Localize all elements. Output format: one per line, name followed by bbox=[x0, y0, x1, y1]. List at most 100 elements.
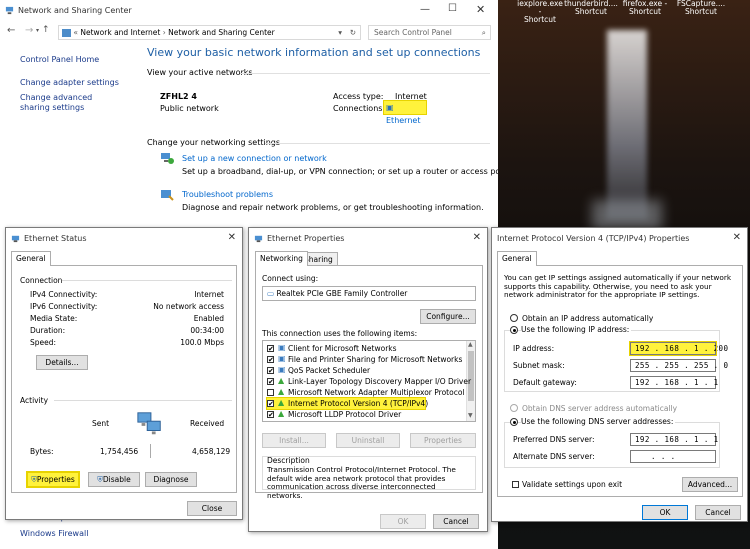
item-checkbox[interactable]: ✔ bbox=[267, 356, 274, 364]
scroll-thumb[interactable] bbox=[468, 351, 474, 401]
list-item[interactable]: ▲ Microsoft Network Adapter Multiplexor … bbox=[267, 387, 465, 398]
networking-panel: Connect using: ▭ Realtek PCIe GBE Family… bbox=[255, 265, 483, 499]
ipv4-title: Internet Protocol Version 4 (TCP/IPv4) P… bbox=[497, 234, 690, 243]
troubleshoot-link[interactable]: Troubleshoot problems bbox=[182, 190, 273, 199]
manual-dns-radio[interactable] bbox=[510, 418, 518, 426]
alternate-dns-field[interactable]: . . . bbox=[630, 450, 716, 463]
manual-ip-label: Use the following IP address: bbox=[521, 325, 632, 334]
item-checkbox[interactable]: ✔ bbox=[267, 345, 274, 353]
sidebar-item-advanced-sharing[interactable]: Change advanced sharing settings bbox=[20, 93, 120, 113]
setup-connection-link[interactable]: Set up a new connection or network bbox=[182, 154, 327, 163]
properties-button[interactable]: ⛨Properties bbox=[26, 471, 80, 488]
ip-address-label: IP address: bbox=[513, 344, 555, 353]
troubleshoot-icon bbox=[161, 190, 174, 201]
close-icon[interactable]: ✕ bbox=[733, 232, 741, 243]
uninstall-button[interactable]: Uninstall bbox=[336, 433, 400, 448]
ok-button[interactable]: OK bbox=[380, 514, 426, 529]
item-icon: ▣ bbox=[278, 343, 286, 352]
auto-ip-radio[interactable] bbox=[510, 314, 518, 322]
desktop-icon-firefox[interactable]: firefox.exe - Shortcut bbox=[619, 0, 671, 16]
ethernet-icon bbox=[11, 235, 20, 243]
item-properties-button[interactable]: Properties bbox=[410, 433, 476, 448]
disable-button[interactable]: ⛨Disable bbox=[88, 472, 140, 487]
adapter-icon: ▭ bbox=[267, 289, 275, 298]
maximize-icon[interactable]: ☐ bbox=[448, 3, 457, 14]
forward-arrow-icon[interactable]: → bbox=[25, 25, 33, 36]
manual-ip-radio[interactable] bbox=[510, 326, 518, 334]
back-arrow-icon[interactable]: ← bbox=[7, 25, 15, 36]
list-item[interactable]: ✔ ▣ QoS Packet Scheduler bbox=[267, 365, 463, 376]
item-label: Client for Microsoft Networks bbox=[288, 344, 397, 353]
sidebar-item-home[interactable]: Control Panel Home bbox=[20, 55, 99, 64]
ethernet-connection-link[interactable]: ▣ Ethernet bbox=[383, 100, 427, 125]
desktop-icon-thunderbird[interactable]: thunderbird.... Shortcut bbox=[563, 0, 619, 16]
sidebar-item-adapter[interactable]: Change adapter settings bbox=[20, 78, 119, 87]
search-icon: ⌕ bbox=[481, 28, 486, 37]
address-dropdown-icon[interactable]: ▾ bbox=[338, 26, 342, 39]
recent-chevron-icon[interactable]: ▾ bbox=[36, 27, 39, 34]
bytes-sent-value: 1,754,456 bbox=[100, 447, 139, 456]
ok-button[interactable]: OK bbox=[642, 505, 688, 520]
list-item[interactable]: ✔ ▣ File and Printer Sharing for Microso… bbox=[267, 354, 463, 365]
item-icon: ▲ bbox=[278, 398, 285, 407]
configure-button[interactable]: Configure... bbox=[420, 309, 476, 324]
nsc-title: Network and Sharing Center bbox=[18, 6, 132, 15]
item-label: Microsoft Network Adapter Multiplexor Pr… bbox=[288, 388, 465, 397]
preferred-dns-field[interactable]: 192 . 168 . 1 . 1 bbox=[630, 433, 718, 446]
subnet-mask-label: Subnet mask: bbox=[513, 361, 565, 370]
details-button[interactable]: Details... bbox=[36, 355, 88, 370]
desktop-icon-fscapture[interactable]: FSCapture.... Shortcut bbox=[673, 0, 729, 16]
advanced-button[interactable]: Advanced... bbox=[682, 477, 738, 492]
default-gateway-field[interactable]: 192 . 168 . 1 . 1 bbox=[630, 376, 718, 389]
close-icon[interactable]: ✕ bbox=[228, 232, 236, 243]
troubleshoot-desc: Diagnose and repair network problems, or… bbox=[182, 203, 484, 212]
connect-using-label: Connect using: bbox=[262, 274, 319, 283]
subnet-mask-field[interactable]: 255 . 255 . 255 . 0 bbox=[630, 359, 728, 372]
scroll-down-icon[interactable]: ▼ bbox=[468, 412, 473, 419]
validate-checkbox[interactable] bbox=[512, 481, 519, 488]
item-checkbox[interactable] bbox=[267, 389, 274, 396]
ethernet-icon: ▣ bbox=[386, 103, 394, 112]
minimize-icon[interactable]: — bbox=[420, 4, 430, 15]
address-bar[interactable]: « Network and Internet › Network and Sha… bbox=[58, 25, 361, 40]
list-item-selected[interactable]: ✔ ▲ Internet Protocol Version 4 (TCP/IPv… bbox=[266, 397, 428, 410]
ip-group: Use the following IP address: IP address… bbox=[504, 325, 728, 392]
tab-general[interactable]: General bbox=[11, 251, 51, 266]
media-state-value: Enabled bbox=[193, 314, 224, 323]
item-checkbox[interactable]: ✔ bbox=[267, 378, 274, 386]
item-checkbox[interactable]: ✔ bbox=[267, 400, 274, 408]
cancel-button[interactable]: Cancel bbox=[433, 514, 479, 529]
close-button[interactable]: Close bbox=[187, 501, 237, 516]
list-item[interactable]: ✔ ▲ Link-Layer Topology Discovery Mapper… bbox=[267, 376, 471, 387]
close-icon[interactable]: ✕ bbox=[476, 3, 485, 16]
ipv4-connectivity-label: IPv4 Connectivity: bbox=[30, 290, 98, 299]
up-arrow-icon[interactable]: ↑ bbox=[42, 25, 50, 35]
description-text: Transmission Control Protocol/Internet P… bbox=[267, 465, 456, 500]
list-item[interactable]: ✔ ▣ Client for Microsoft Networks bbox=[267, 343, 463, 354]
diagnose-button[interactable]: Diagnose bbox=[145, 472, 197, 487]
status-panel: Connection IPv4 Connectivity: Internet I… bbox=[11, 265, 237, 493]
list-item[interactable]: ✔ ▲ Microsoft LLDP Protocol Driver bbox=[267, 409, 463, 420]
ipv6-connectivity-value: No network access bbox=[153, 302, 224, 311]
adapter-name: Realtek PCIe GBE Family Controller bbox=[276, 289, 408, 298]
tab-networking[interactable]: Networking bbox=[255, 251, 308, 266]
address-part1[interactable]: Network and Internet bbox=[80, 28, 160, 37]
ip-address-field[interactable]: 192 . 168 . 1 . 200 bbox=[629, 341, 728, 356]
item-checkbox[interactable]: ✔ bbox=[267, 367, 274, 375]
scroll-up-icon[interactable]: ▲ bbox=[468, 341, 473, 348]
search-input[interactable]: Search Control Panel ⌕ bbox=[368, 25, 491, 40]
desktop-icon-iexplore[interactable]: iexplore.exe - Shortcut bbox=[517, 0, 563, 24]
bytes-label: Bytes: bbox=[30, 447, 54, 456]
cancel-button[interactable]: Cancel bbox=[695, 505, 741, 520]
new-connection-icon bbox=[161, 153, 174, 164]
refresh-icon[interactable]: ↻ bbox=[350, 26, 356, 39]
network-icon bbox=[5, 6, 14, 15]
item-checkbox[interactable]: ✔ bbox=[267, 411, 274, 419]
install-button[interactable]: Install... bbox=[262, 433, 326, 448]
validate-label: Validate settings upon exit bbox=[522, 480, 623, 489]
auto-dns-radio[interactable] bbox=[510, 404, 518, 412]
sidebar-item-firewall[interactable]: Windows Firewall bbox=[20, 529, 88, 538]
close-icon[interactable]: ✕ bbox=[473, 232, 481, 243]
tab-general[interactable]: General bbox=[497, 251, 537, 266]
address-part2[interactable]: Network and Sharing Center bbox=[168, 28, 275, 37]
